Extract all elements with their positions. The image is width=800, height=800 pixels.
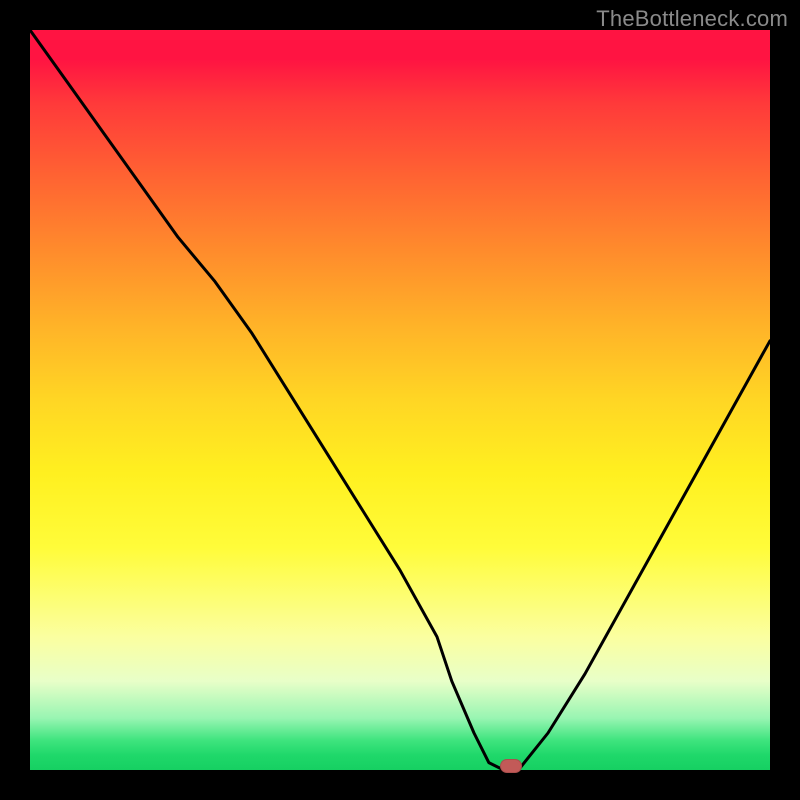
optimal-marker [500, 759, 522, 773]
watermark-text: TheBottleneck.com [596, 6, 788, 32]
bottleneck-curve [30, 30, 770, 770]
plot-area [30, 30, 770, 770]
chart-container: TheBottleneck.com [0, 0, 800, 800]
